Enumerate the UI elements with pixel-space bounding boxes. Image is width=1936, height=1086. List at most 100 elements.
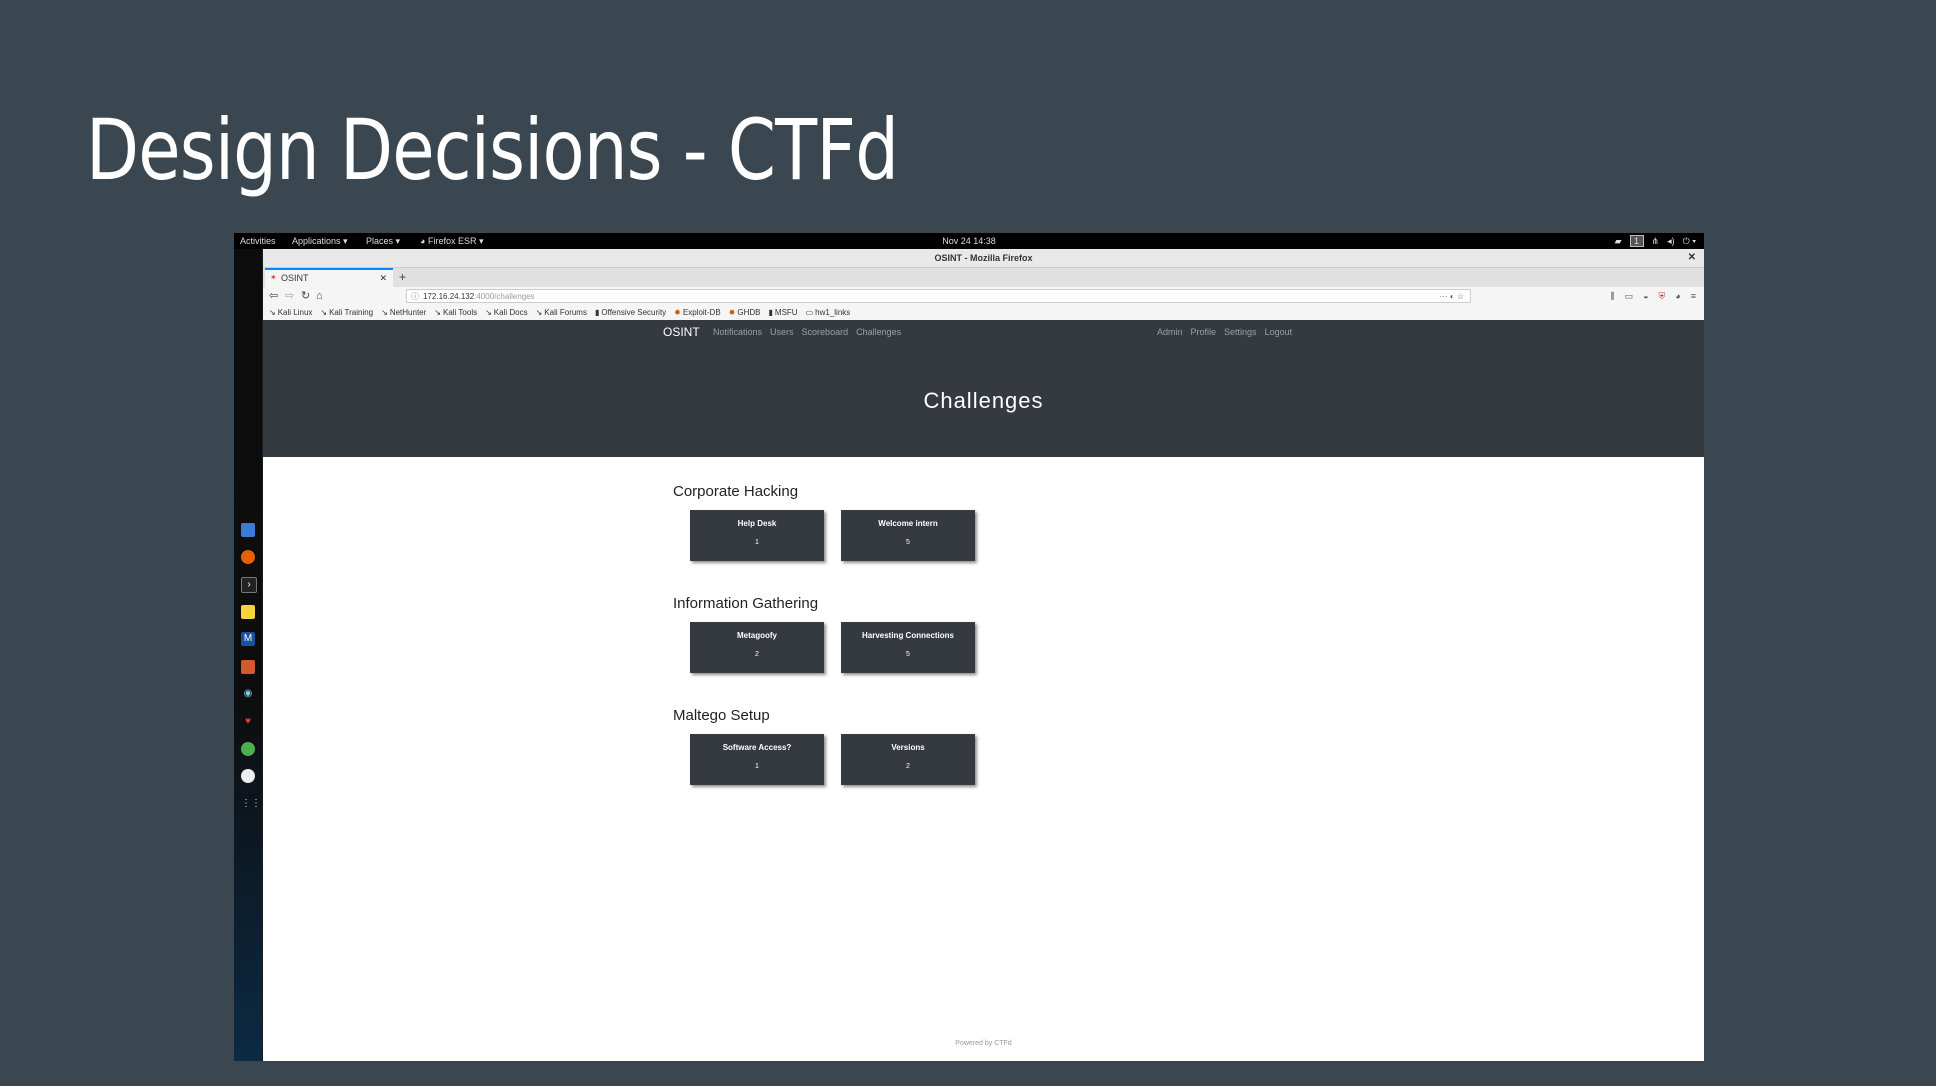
firefox-app-menu[interactable]: ◕ Firefox ESR ▾ [420,233,483,249]
ctfd-navbar: OSINT Notifications Users Scoreboard Cha… [263,320,1704,344]
bookmark-msfu[interactable]: ▮ MSFU [769,306,798,320]
files-icon[interactable] [241,523,255,537]
clock[interactable]: Nov 24 14:38 [942,233,996,249]
ublock-shield-icon[interactable]: ⛨ [1659,288,1666,305]
url-path: :4000/challenges [474,292,535,301]
navigation-toolbar: ⇦ ⇨ ↻ ⌂ ⓘ 172.16.24.132:4000/challenges … [263,287,1704,306]
challenge-button[interactable]: Harvesting Connections 5 [841,622,975,673]
page-actions-icon[interactable]: ··· [1440,292,1448,301]
bookmark-kali-forums[interactable]: ↘ Kali Forums [536,306,587,320]
reload-icon[interactable]: ↻ [301,288,310,305]
folder-icon: ▭ [805,308,814,317]
volume-icon[interactable]: ◂) [1667,233,1675,249]
notes-icon[interactable] [241,605,255,619]
bookmark-label: Kali Forums [544,308,587,317]
challenge-button[interactable]: Help Desk 1 [690,510,824,561]
url-bar[interactable]: ⓘ 172.16.24.132:4000/challenges ··· ◐ ☆ [406,289,1471,303]
nav-challenges[interactable]: Challenges [856,320,901,344]
places-menu[interactable]: Places ▾ [366,233,400,249]
challenge-button[interactable]: Metagoofy 2 [690,622,824,673]
powered-by-footer[interactable]: Powered by CTFd [263,1040,1704,1047]
cherry-icon[interactable]: ♥ [241,715,255,729]
library-icon[interactable]: ⫼ [1610,288,1614,305]
bookmark-offensive-security[interactable]: ▮ Offensive Security [595,306,666,320]
slide-title: Design Decisions - CTFd [86,101,899,199]
app-globe-icon[interactable] [241,742,255,756]
bookmark-folder-hw1-links[interactable]: ▭ hw1_links [806,306,851,320]
bookmark-label: Offensive Security [601,308,667,317]
bookmark-exploit-db[interactable]: ✸ Exploit-DB [674,306,721,320]
challenge-value: 2 [906,763,910,770]
eye-icon[interactable]: ◉ [241,687,255,701]
nav-logout[interactable]: Logout [1265,320,1293,344]
account-icon[interactable]: ◕ [1675,288,1680,305]
bookmark-label: GHDB [737,308,761,317]
applications-menu[interactable]: Applications ▾ [292,233,348,249]
nav-profile[interactable]: Profile [1191,320,1217,344]
bookmark-star-icon[interactable]: ☆ [1457,292,1464,301]
category-title: Maltego Setup [673,707,770,724]
kali-dragon-icon: ↘ [320,308,328,317]
bookmark-label: Exploit-DB [682,308,721,317]
bookmark-label: Kali Linux [277,308,313,317]
page-title: Challenges [923,388,1044,413]
menu-hamburger-icon[interactable]: ≡ [1691,288,1696,305]
bookmark-ghdb[interactable]: ✸ GHDB [729,306,761,320]
challenge-button[interactable]: Software Access? 1 [690,734,824,785]
ctfd-brand[interactable]: OSINT [663,320,700,344]
tab-close-icon[interactable]: ✕ [379,270,387,286]
back-arrow-icon[interactable]: ⇦ [269,288,278,305]
nav-notifications[interactable]: Notifications [713,320,762,344]
challenge-value: 1 [755,539,759,546]
dock: › M ◉ ♥ ⋮⋮ [234,249,262,1061]
screen-icon[interactable]: ▰ [1615,233,1622,249]
nav-right: Admin Profile Settings Logout [1157,320,1292,344]
firefox-icon[interactable] [241,550,255,564]
bookmark-kali-docs[interactable]: ↘ Kali Docs [485,306,528,320]
bookmark-kali-linux[interactable]: ↘ Kali Linux [269,306,312,320]
challenge-name: Versions [891,743,925,752]
power-icon[interactable]: ⏻ ▾ [1683,233,1696,249]
category-title: Information Gathering [673,595,819,612]
pocket-icon[interactable]: ◐ [1450,292,1455,301]
firefox-small-icon: ◕ [420,236,426,246]
challenge-name: Metagoofy [737,631,777,640]
window-titlebar: OSINT - Mozilla Firefox ✕ [263,249,1704,268]
challenge-button[interactable]: Versions 2 [841,734,975,785]
msfu-icon: ▮ [768,308,773,317]
kali-desktop-screenshot: Activities Applications ▾ Places ▾ ◕ Fir… [234,233,1704,1061]
nav-settings[interactable]: Settings [1224,320,1257,344]
show-apps-grid-icon[interactable]: ⋮⋮ [241,797,261,811]
sidebar-icon[interactable]: ▭ [1625,288,1634,305]
tab-osint[interactable]: ✶ OSINT ✕ [265,268,393,287]
kali-dragon-icon: ↘ [381,308,388,317]
nav-scoreboard[interactable]: Scoreboard [802,320,849,344]
nav-admin[interactable]: Admin [1157,320,1183,344]
bookmark-kali-training[interactable]: ↘ Kali Training [320,306,373,320]
network-icon[interactable]: ⋔ [1652,233,1660,249]
app-radiation-icon[interactable] [241,769,255,783]
new-tab-plus-icon[interactable]: + [399,268,406,286]
terminal-icon[interactable]: › [241,577,257,593]
site-info-icon[interactable]: ⓘ [411,290,419,304]
nav-users[interactable]: Users [770,320,794,344]
url-host: 172.16.24.132 [423,292,475,301]
kali-dragon-icon: ↘ [434,308,441,317]
home-icon[interactable]: ⌂ [316,288,323,305]
challenge-button[interactable]: Welcome intern 5 [841,510,975,561]
challenge-name: Software Access? [722,743,792,752]
challenge-value: 1 [755,763,759,770]
forward-arrow-icon[interactable]: ⇨ [285,288,294,305]
tab-title: OSINT [281,273,309,283]
extension-icon[interactable]: ◒ [1643,288,1648,305]
challenge-name: Harvesting Connections [861,631,954,640]
window-close-icon[interactable]: ✕ [1688,249,1696,267]
bookmark-nethunter[interactable]: ↘ NetHunter [381,306,426,320]
system-tray: ▰ 1 ⋔ ◂) ⏻ ▾ [1615,233,1696,249]
burpsuite-icon[interactable] [241,660,255,674]
activities-button[interactable]: Activities [240,233,276,249]
exploit-db-icon: ✸ [674,308,681,317]
workspace-indicator[interactable]: 1 [1629,235,1644,247]
bookmark-kali-tools[interactable]: ↘ Kali Tools [434,306,477,320]
metasploit-icon[interactable]: M [241,632,255,646]
